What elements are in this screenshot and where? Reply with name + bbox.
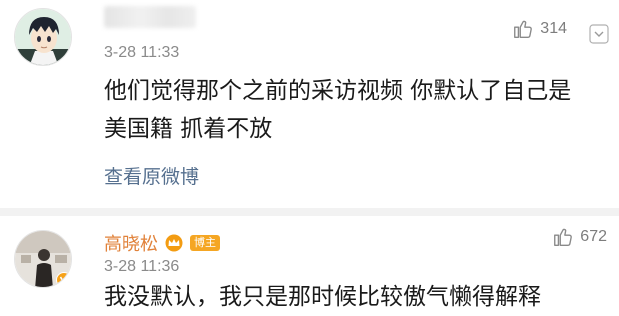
comment-time: 3-28 11:33 — [104, 44, 180, 61]
thumbs-up-icon — [554, 228, 573, 246]
avatar[interactable] — [14, 8, 72, 66]
username[interactable]: 高晓松 — [104, 230, 158, 256]
like-button[interactable]: 314 — [512, 18, 567, 40]
chevron-down-icon[interactable] — [589, 24, 609, 44]
verified-badge-icon — [56, 272, 71, 287]
anime-boy-avatar-icon — [15, 9, 71, 65]
author-badge: 博主 — [190, 235, 220, 251]
username-obscured — [104, 6, 196, 28]
comment-time: 3-28 11:36 — [104, 258, 180, 275]
comment-item-1: 3-28 11:33 314 他们觉得那个之前的采访视频 你默认了自己是美国籍 … — [0, 0, 619, 208]
comment-author-row: 高晓松 博主 — [104, 230, 220, 256]
comment-text: 我没默认，我只是那时候比较傲气懒得解释 — [104, 284, 541, 310]
comment-text: 他们觉得那个之前的采访视频 你默认了自己是美国籍 抓着不放 — [104, 78, 572, 142]
divider — [0, 208, 619, 216]
like-count: 314 — [540, 20, 567, 37]
thumbs-up-icon — [514, 20, 533, 38]
like-button[interactable]: 672 — [552, 226, 607, 248]
like-count: 672 — [580, 228, 607, 245]
avatar[interactable] — [14, 230, 72, 288]
comment-item-2: 高晓松 博主 3-28 11:36 672 我没默认，我只是那时候比较傲气懒得解… — [0, 216, 619, 310]
crown-icon — [165, 234, 183, 252]
view-original-post-link[interactable]: 查看原微博 — [104, 162, 199, 189]
